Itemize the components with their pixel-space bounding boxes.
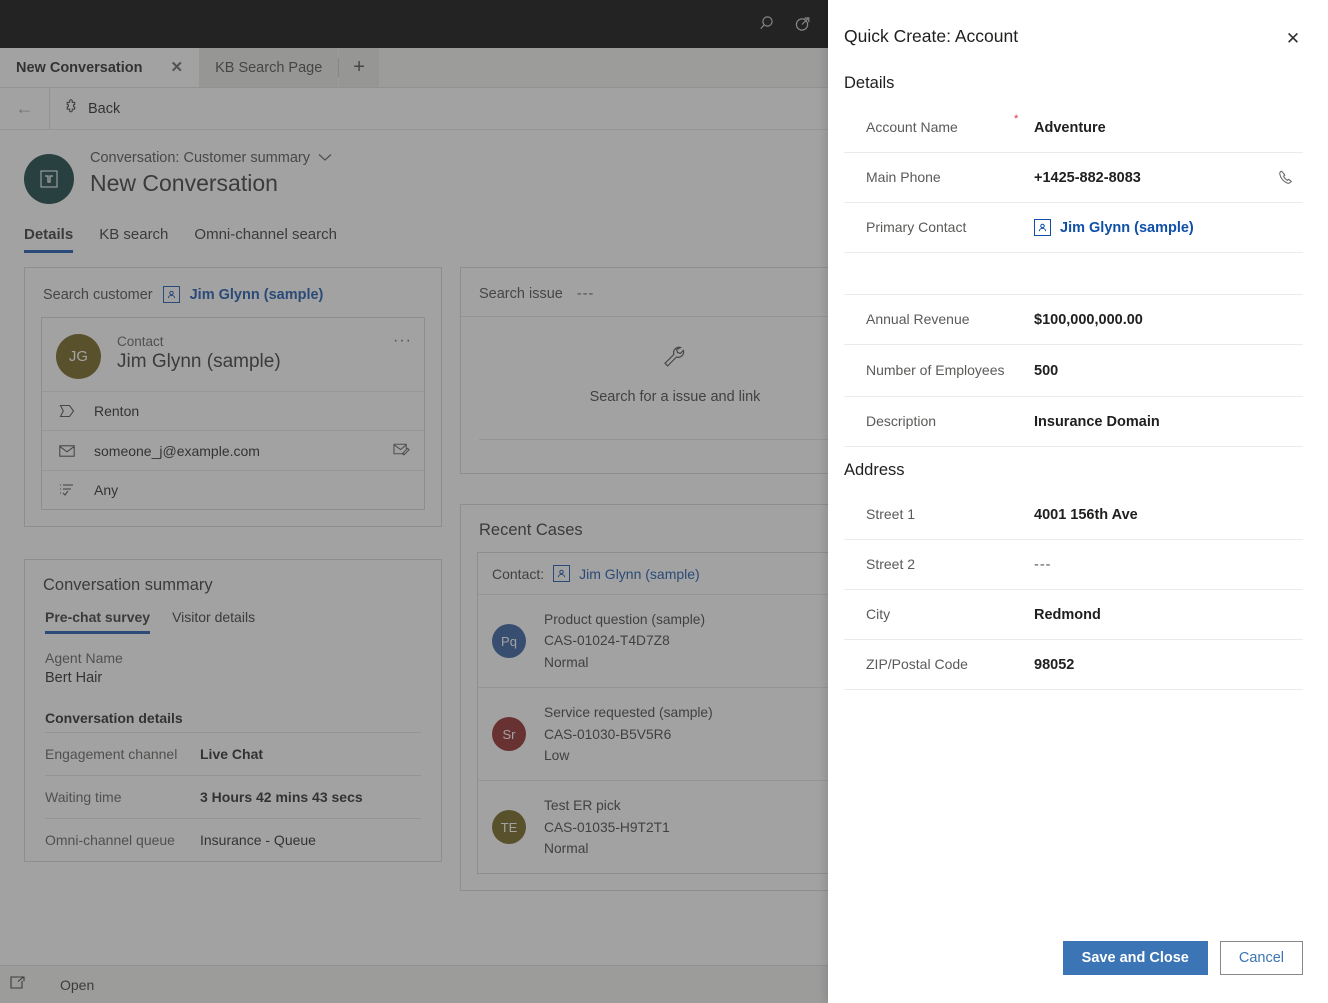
field-description[interactable]: Description Insurance Domain <box>844 397 1303 447</box>
field-label: Main Phone <box>844 167 1014 187</box>
contact-lookup-icon <box>1034 219 1051 236</box>
quick-create-header: Quick Create: Account ✕ <box>828 0 1328 52</box>
field-label: Account Name <box>844 117 1014 137</box>
modal-scrim[interactable] <box>0 0 828 1003</box>
field-main-phone[interactable]: Main Phone +1425-882-8083 <box>844 153 1303 203</box>
quick-create-body: Details Account Name * Adventure Main Ph… <box>828 52 1328 941</box>
cancel-button[interactable]: Cancel <box>1220 941 1303 975</box>
required-indicator <box>1014 646 1034 650</box>
required-indicator <box>1014 351 1034 355</box>
field-value[interactable]: 4001 156th Ave <box>1034 507 1303 523</box>
field-value[interactable]: Insurance Domain <box>1034 414 1303 430</box>
field-label: Number of Employees <box>844 360 1014 380</box>
field-account-name[interactable]: Account Name * Adventure <box>844 103 1303 153</box>
quick-create-panel: Quick Create: Account ✕ Details Account … <box>828 0 1328 1003</box>
field-label: Annual Revenue <box>844 309 1014 329</box>
field-label: ZIP/Postal Code <box>844 654 1014 674</box>
required-indicator <box>1014 159 1034 163</box>
save-and-close-button[interactable]: Save and Close <box>1063 941 1208 975</box>
field-label: Street 2 <box>844 554 1014 574</box>
field-value[interactable]: 500 <box>1034 363 1303 379</box>
field-value[interactable]: Redmond <box>1034 607 1303 623</box>
field-label: Description <box>844 411 1014 431</box>
required-indicator <box>1014 496 1034 500</box>
phone-icon[interactable] <box>1269 169 1303 187</box>
field-annual-revenue[interactable]: Annual Revenue $100,000,000.00 <box>844 295 1303 345</box>
required-indicator <box>1014 209 1034 213</box>
required-indicator <box>1014 546 1034 550</box>
field-number-of-employees[interactable]: Number of Employees 500 <box>844 345 1303 397</box>
field-label: Street 1 <box>844 504 1014 524</box>
field-primary-contact[interactable]: Primary Contact Jim Glynn (sample) <box>844 203 1303 253</box>
lookup-value-label: Jim Glynn (sample) <box>1060 220 1194 236</box>
quick-create-footer: Save and Close Cancel <box>828 941 1328 1003</box>
section-heading-address: Address <box>828 447 1328 490</box>
field-street-2[interactable]: Street 2 --- <box>844 540 1303 590</box>
field-street-1[interactable]: Street 1 4001 156th Ave <box>844 490 1303 540</box>
close-icon[interactable]: ✕ <box>1280 26 1306 52</box>
field-value[interactable]: 98052 <box>1034 657 1303 673</box>
field-label: Primary Contact <box>844 217 1014 237</box>
field-label: City <box>844 604 1014 624</box>
field-city[interactable]: City Redmond <box>844 590 1303 640</box>
field-value[interactable]: +1425-882-8083 <box>1034 170 1269 186</box>
field-empty-row[interactable] <box>844 253 1303 295</box>
page-title: Quick Create: Account <box>844 26 1018 47</box>
field-value[interactable]: Adventure <box>1034 120 1303 136</box>
field-value[interactable]: --- <box>1034 557 1303 573</box>
field-value[interactable]: $100,000,000.00 <box>1034 312 1303 328</box>
field-value-lookup[interactable]: Jim Glynn (sample) <box>1034 219 1303 236</box>
required-indicator <box>1014 596 1034 600</box>
field-zip-postal-code[interactable]: ZIP/Postal Code 98052 <box>844 640 1303 690</box>
required-indicator <box>1014 259 1034 263</box>
required-indicator <box>1014 403 1034 407</box>
section-heading-details: Details <box>828 68 1328 103</box>
required-indicator: * <box>1014 109 1034 125</box>
required-indicator <box>1014 301 1034 305</box>
